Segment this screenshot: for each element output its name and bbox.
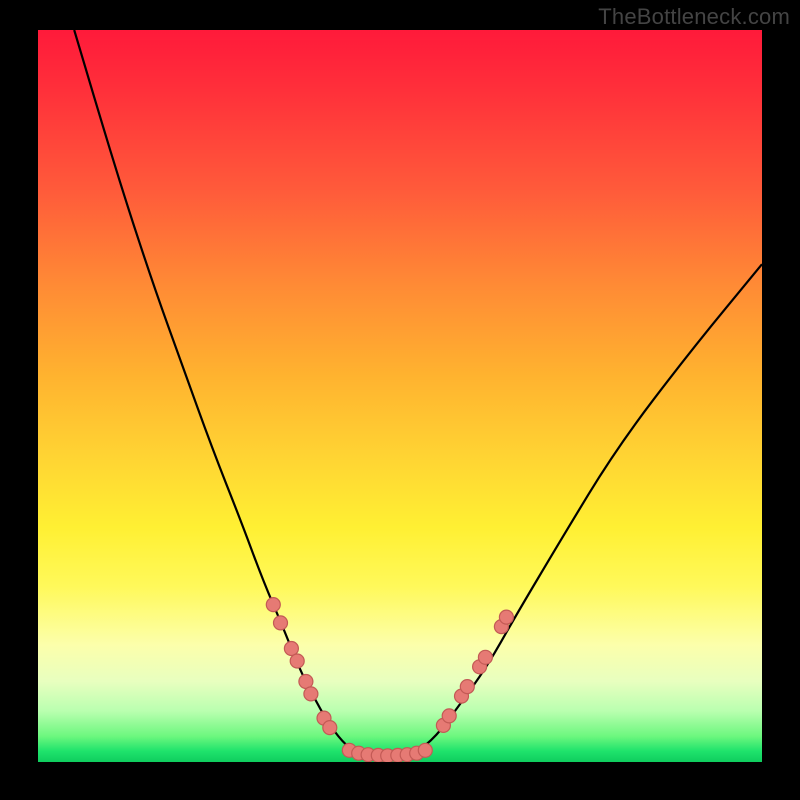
plot-area [38,30,762,762]
data-marker [460,680,474,694]
data-marker [290,654,304,668]
data-marker [284,642,298,656]
chart-frame: TheBottleneck.com [0,0,800,800]
data-marker [499,610,513,624]
data-marker [304,687,318,701]
data-marker [274,616,288,630]
bottleneck-curve [74,30,762,756]
data-marker [418,743,432,757]
data-marker [323,721,337,735]
watermark-text: TheBottleneck.com [598,4,790,30]
data-marker [266,598,280,612]
data-marker [442,709,456,723]
curve-svg [38,30,762,762]
data-marker [478,650,492,664]
